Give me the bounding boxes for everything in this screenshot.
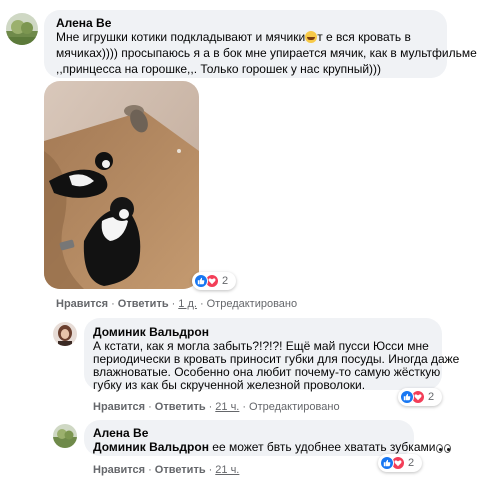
like-icon [194,274,208,288]
like-icon [380,456,394,470]
comment-text-line: мячиках)))) просыпаюсь я а в бок мне упи… [56,46,477,60]
eyes-emoji-icon [435,442,452,456]
reply-button[interactable]: Ответить [118,298,169,310]
edited-label: Отредактировано [206,298,298,310]
reply-button[interactable]: Ответить [155,464,206,476]
reactions-summary[interactable]: 2 [192,272,236,290]
avatar[interactable] [53,322,77,346]
like-button[interactable]: Нравится [56,298,108,310]
separator: · [148,464,152,476]
separator: · [242,401,247,413]
comment-text-line: ,,принцесса на горошке,,. Только горошек… [56,62,382,76]
separator: · [208,401,213,413]
like-icon [400,390,414,404]
comment-author[interactable]: Алена Ве [93,426,148,440]
comment-text-line: влажноватые. Особенно она любит почему-т… [93,365,441,379]
comment-timestamp[interactable]: 21 ч. [215,464,239,476]
comment-photo[interactable] [44,81,199,289]
comment-timestamp[interactable]: 21 ч. [215,401,239,413]
reaction-count: 2 [428,391,435,403]
reactions-summary[interactable]: 2 [378,454,422,472]
separator: · [199,298,204,310]
separator: · [208,464,213,476]
rofl-emoji-icon [305,31,318,43]
edited-label: Отредактировано [249,401,340,413]
avatar[interactable] [6,13,38,45]
reaction-count: 2 [222,275,229,287]
comment-text-line: т е вся кровать в [317,30,411,44]
comment-author[interactable]: Алена Ве [56,16,111,30]
separator: · [111,298,115,310]
separator: · [148,401,152,413]
comment-author[interactable]: Доминик Вальдрон [93,325,209,339]
separator: · [171,298,176,310]
comment-text-line: губку из как бы скрученной железной пров… [93,378,366,392]
avatar[interactable] [53,424,77,448]
like-button[interactable]: Нравится [93,464,145,476]
comment-text-line: А кстати, как я могла забыть?!?!?! Ещё м… [93,339,429,353]
comment-timestamp[interactable]: 1 д. [178,298,197,310]
comment-actions: Нравится · Ответить · 21 ч. · Отредактировано [93,400,340,414]
comment-actions: Нравится · Ответить · 21 ч. [93,463,239,477]
comment-text-line: Мне игрушки котики подкладывают и мячики [56,30,306,44]
reaction-count: 2 [408,457,415,469]
reactions-summary[interactable]: 2 [398,388,442,406]
reply-button[interactable]: Ответить [155,401,206,413]
like-button[interactable]: Нравится [93,401,145,413]
mention-link[interactable]: Доминик Вальдрон [93,440,209,454]
comment-text-line: периодически в кровать приносит губки дл… [93,352,460,366]
comment-text-line: ее может бвть удобнее хватать зубками [212,440,436,454]
comment-actions: Нравится · Ответить · 1 д. · Отредактировано [56,297,297,311]
